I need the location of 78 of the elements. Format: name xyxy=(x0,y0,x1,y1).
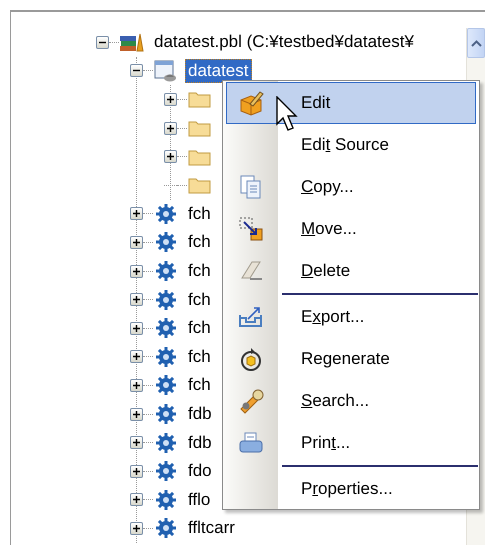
expand-button[interactable] xyxy=(130,378,143,392)
expand-button[interactable] xyxy=(130,436,143,450)
collapse-button[interactable] xyxy=(96,36,109,49)
expand-button[interactable] xyxy=(130,207,143,220)
gear-icon xyxy=(153,374,179,396)
printer-icon xyxy=(238,431,264,455)
expand-button[interactable] xyxy=(130,264,143,278)
tree-item[interactable]: fch xyxy=(185,259,214,284)
tree-item[interactable]: fch xyxy=(185,202,214,226)
books-icon xyxy=(119,31,145,54)
move-icon xyxy=(238,216,264,242)
plus-icon xyxy=(166,94,175,104)
plus-icon xyxy=(132,466,141,476)
expand-button[interactable] xyxy=(130,350,143,364)
plus-icon xyxy=(132,209,141,218)
tree-item[interactable]: fch xyxy=(185,288,214,312)
tree-item[interactable]: fch xyxy=(185,230,214,254)
gear-icon xyxy=(153,517,179,540)
plus-icon xyxy=(132,238,141,247)
tree-item[interactable]: fdb xyxy=(185,430,215,455)
plus-icon xyxy=(132,410,141,419)
gear-icon xyxy=(153,317,179,340)
menu-item[interactable]: Search... xyxy=(226,380,476,422)
box-pencil-icon xyxy=(238,90,264,116)
tree-item[interactable]: fch xyxy=(185,316,214,340)
expand-button[interactable] xyxy=(130,522,143,535)
plus-icon xyxy=(132,524,141,533)
menu-item[interactable]: Edit xyxy=(226,82,476,124)
tree-item[interactable]: fch xyxy=(185,373,214,398)
gear-icon xyxy=(153,231,179,254)
expand-button[interactable] xyxy=(130,408,143,421)
tree-item[interactable]: fdb xyxy=(185,402,215,426)
expand-button[interactable] xyxy=(130,236,143,249)
menu-item[interactable]: Properties... xyxy=(226,468,476,510)
expand-button[interactable] xyxy=(164,150,177,164)
plus-icon xyxy=(132,352,141,362)
gear-icon xyxy=(153,202,179,225)
cursor-icon xyxy=(276,96,298,134)
expand-button[interactable] xyxy=(130,493,143,506)
plus-icon xyxy=(132,324,141,333)
menu-item[interactable]: Edit Source xyxy=(226,124,476,166)
gear-icon xyxy=(153,460,179,482)
menu-item[interactable]: Copy... xyxy=(226,166,476,208)
regenerate-icon xyxy=(238,345,264,373)
menu-item[interactable]: Delete xyxy=(226,250,476,292)
plus-icon xyxy=(132,495,141,504)
caret-icon xyxy=(470,40,482,46)
expand-button[interactable] xyxy=(164,92,177,106)
tree-item[interactable]: fflo xyxy=(185,488,214,512)
expand-button[interactable] xyxy=(130,322,143,335)
tree-item[interactable]: ffltcarr xyxy=(185,516,238,540)
plus-icon xyxy=(132,438,141,448)
gear-icon xyxy=(153,432,179,454)
plus-icon xyxy=(132,266,141,276)
gear-icon xyxy=(153,403,179,426)
plus-icon xyxy=(166,152,175,162)
plus-icon xyxy=(132,295,141,304)
gear-icon xyxy=(153,488,179,511)
tree-item[interactable]: datatest.pbl (C:¥testbed¥datatest¥ xyxy=(151,30,417,54)
plus-icon xyxy=(166,124,175,133)
expand-button[interactable] xyxy=(164,122,177,135)
tree-item[interactable]: datatest xyxy=(185,58,252,83)
gear-icon xyxy=(153,288,179,311)
gear-icon xyxy=(153,346,179,368)
collapse-button[interactable] xyxy=(130,64,143,78)
menu-item[interactable]: Move... xyxy=(226,208,476,250)
expand-button[interactable] xyxy=(130,293,143,306)
gear-icon xyxy=(153,260,179,282)
tree-item[interactable]: fch xyxy=(185,344,214,369)
scroll-up-button[interactable] xyxy=(467,28,485,58)
expand-button[interactable] xyxy=(130,464,143,478)
export-icon xyxy=(238,305,264,329)
plus-icon xyxy=(132,380,141,390)
copy-icon xyxy=(239,174,263,200)
menu-item[interactable]: Regenerate xyxy=(226,338,476,380)
menu-item[interactable]: Export... xyxy=(226,296,476,338)
tree-item[interactable]: fdo xyxy=(185,459,215,484)
menu-item[interactable]: Print... xyxy=(226,422,476,464)
